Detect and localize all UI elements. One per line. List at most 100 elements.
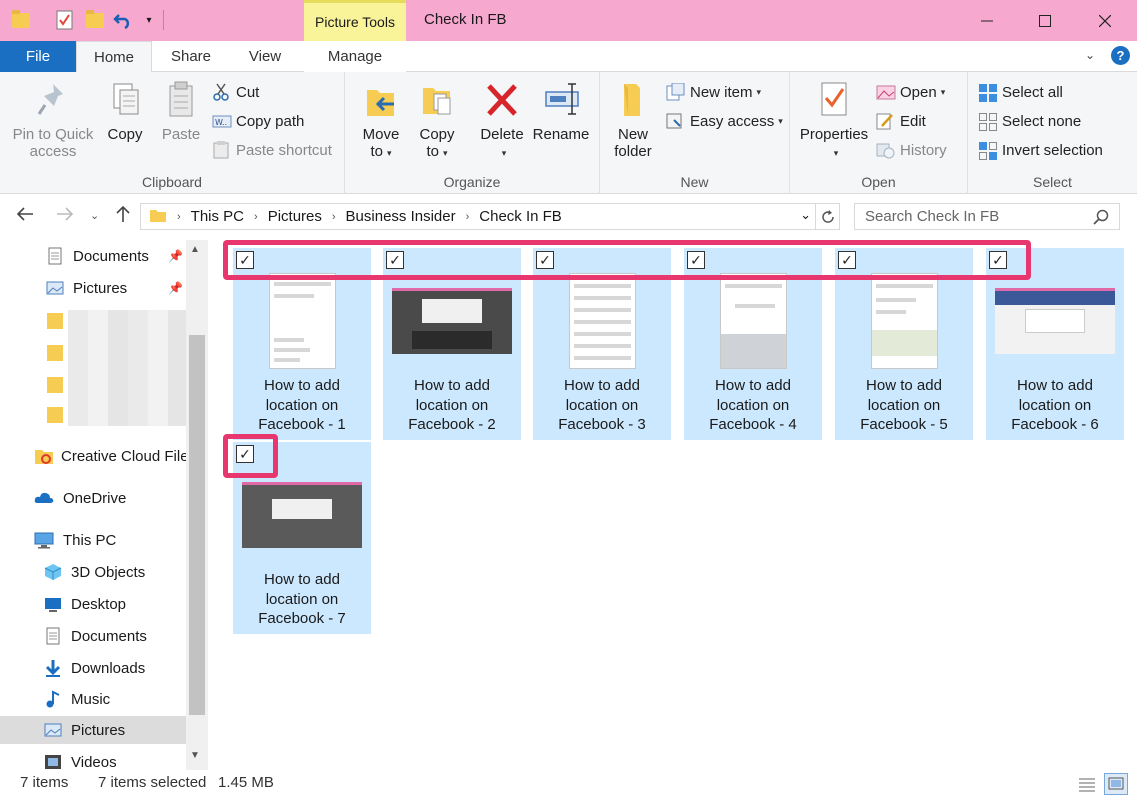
folder-icon[interactable] <box>10 8 32 32</box>
nav-item-onedrive[interactable]: OneDrive <box>0 484 190 512</box>
recent-locations-chevron-icon[interactable]: ⌄ <box>90 209 99 222</box>
nav-label: Documents <box>71 627 147 645</box>
pin-to-quick-access-button[interactable]: Pin to Quick access <box>6 80 100 160</box>
copy-to-icon <box>420 80 454 120</box>
move-to-button[interactable]: Move to ▾ <box>355 80 407 162</box>
paste-button[interactable]: Paste <box>156 80 206 143</box>
tab-share[interactable]: Share <box>160 41 222 72</box>
computer-icon <box>34 531 54 549</box>
easy-access-button[interactable]: Easy access ▾ <box>666 110 783 132</box>
nav-item-documents-pinned[interactable]: Documents <box>0 242 190 270</box>
image-thumbnail <box>242 272 362 370</box>
edit-label: Edit <box>900 112 926 130</box>
ribbon-home: Pin to Quick access Copy Paste Cut W.. C… <box>0 72 1137 194</box>
file-name: How to add location on Facebook - 2 <box>408 377 496 433</box>
nav-item-music[interactable]: Music <box>0 685 190 713</box>
download-arrow-icon <box>44 659 62 677</box>
edit-button[interactable]: Edit <box>876 110 926 132</box>
nav-item-pictures[interactable]: Pictures <box>0 716 190 744</box>
edit-icon <box>876 112 894 130</box>
help-icon[interactable]: ? <box>1111 46 1130 65</box>
open-image-icon <box>876 83 896 101</box>
address-dropdown-chevron-icon[interactable]: ⌄ <box>800 207 811 223</box>
expand-ribbon-icon[interactable]: ⌄ <box>1085 48 1095 62</box>
close-button[interactable] <box>1076 0 1134 41</box>
maximize-button[interactable] <box>1016 0 1074 41</box>
details-view-icon[interactable] <box>1075 773 1099 795</box>
back-arrow-icon[interactable] <box>16 205 34 228</box>
file-name: How to add location on Facebook - 1 <box>258 377 346 433</box>
breadcrumb-pictures[interactable]: Pictures <box>268 208 322 225</box>
creative-cloud-icon <box>34 447 53 465</box>
select-group: Select all Select none Invert selection … <box>968 72 1137 194</box>
image-thumbnail <box>392 272 512 370</box>
properties-label: Properties ▾ <box>799 126 869 158</box>
delete-button[interactable]: Delete ▾ <box>475 80 529 162</box>
tab-manage[interactable]: Manage <box>304 41 406 72</box>
nav-label: This PC <box>63 531 117 549</box>
open-group: Properties ▾ Open ▾ Edit History Open <box>790 72 968 194</box>
pinned-icon: 📌 <box>168 249 183 263</box>
copy-button[interactable]: Copy <box>100 80 150 143</box>
large-icons-view-icon[interactable] <box>1104 773 1128 795</box>
open-button[interactable]: Open ▾ <box>876 81 945 103</box>
history-button[interactable]: History <box>876 139 947 161</box>
new-folder-button[interactable]: New folder <box>606 80 660 160</box>
nav-item-pictures-pinned[interactable]: Pictures <box>0 274 190 302</box>
item-count: 7 items <box>20 774 69 791</box>
new-folder-icon <box>616 80 650 120</box>
properties-button[interactable]: Properties ▾ <box>798 80 870 162</box>
nav-item-this-pc[interactable]: This PC <box>0 526 190 554</box>
tab-view[interactable]: View <box>236 41 294 72</box>
scroll-up-arrow-icon[interactable]: ▲ <box>190 244 200 255</box>
cut-button[interactable]: Cut <box>212 81 259 103</box>
nav-pane-scrollbar[interactable]: ▲ ▼ <box>186 240 208 770</box>
customize-quick-access-icon[interactable]: ▾ <box>138 8 160 32</box>
select-all-button[interactable]: Select all <box>978 81 1063 103</box>
copy-icon <box>108 80 142 120</box>
paste-shortcut-button[interactable]: Paste shortcut <box>212 139 332 161</box>
paste-shortcut-icon <box>212 141 230 159</box>
scrollbar-thumb[interactable] <box>189 335 205 715</box>
nav-item-videos[interactable]: Videos <box>0 748 190 770</box>
clipboard-group: Pin to Quick access Copy Paste Cut W.. C… <box>0 72 345 194</box>
folder-icon <box>149 206 167 228</box>
minimize-button[interactable] <box>958 0 1016 41</box>
invert-selection-label: Invert selection <box>1002 141 1103 159</box>
nav-item-creative-cloud[interactable]: Creative Cloud Files <box>0 442 190 470</box>
breadcrumb-this-pc[interactable]: This PC <box>191 208 244 225</box>
forward-arrow-icon[interactable] <box>56 205 74 228</box>
nav-item-downloads[interactable]: Downloads <box>0 654 190 682</box>
copy-to-button[interactable]: Copy to ▾ <box>411 80 463 162</box>
undo-icon[interactable] <box>112 8 134 32</box>
scroll-down-arrow-icon[interactable]: ▼ <box>190 750 200 761</box>
properties-quick-icon[interactable] <box>54 8 76 32</box>
breadcrumb-separator: › <box>465 210 470 223</box>
file-name: How to add location on Facebook - 5 <box>860 377 948 433</box>
nav-item-documents[interactable]: Documents <box>0 622 190 650</box>
refresh-icon[interactable] <box>815 204 839 229</box>
search-placeholder: Search Check In FB <box>865 208 1000 225</box>
nav-label: Desktop <box>71 595 127 613</box>
up-arrow-icon[interactable] <box>114 205 132 228</box>
address-row: ⌄ › This PC › Pictures › Business Inside… <box>0 194 1137 240</box>
nav-item-desktop[interactable]: Desktop <box>0 590 190 618</box>
nav-label: Downloads <box>71 659 146 677</box>
breadcrumb-check-in-fb[interactable]: Check In FB <box>479 208 562 225</box>
organize-group: Move to ▾ Copy to ▾ Delete ▾ Rename Organiz… <box>345 72 600 194</box>
search-input[interactable]: Search Check In FB <box>854 203 1120 230</box>
search-icon[interactable] <box>1093 209 1109 229</box>
select-none-button[interactable]: Select none <box>978 110 1081 132</box>
nav-item-3d-objects[interactable]: 3D Objects <box>0 558 190 586</box>
copy-path-button[interactable]: W.. Copy path <box>212 110 304 132</box>
tab-home[interactable]: Home <box>76 41 152 73</box>
address-bar[interactable]: › This PC › Pictures › Business Insider … <box>140 203 840 230</box>
open-group-label: Open <box>861 174 896 190</box>
new-item-button[interactable]: New item ▾ <box>666 81 761 103</box>
breadcrumb-business-insider[interactable]: Business Insider <box>346 208 456 225</box>
rename-label: Rename <box>532 126 590 143</box>
new-folder-quick-icon[interactable] <box>84 8 106 32</box>
invert-selection-button[interactable]: Invert selection <box>978 139 1103 161</box>
rename-button[interactable]: Rename <box>531 80 591 143</box>
tab-file[interactable]: File <box>0 41 76 72</box>
